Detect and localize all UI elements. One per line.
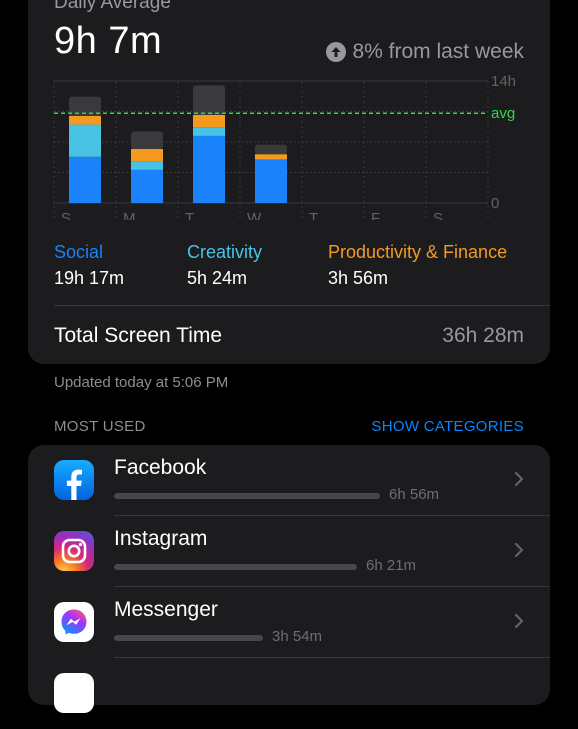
bar-segment — [255, 159, 287, 203]
app-row-messenger[interactable]: Messenger 3h 54m — [28, 587, 550, 658]
app-row-partial[interactable] — [28, 658, 550, 729]
bar-segment — [131, 148, 163, 162]
usage-bar — [114, 564, 357, 570]
bar-segment — [131, 161, 163, 170]
bar-segment — [255, 154, 287, 160]
usage-bar — [114, 635, 263, 641]
show-categories-button[interactable]: SHOW CATEGORIES — [371, 418, 524, 435]
messenger-icon — [54, 602, 94, 642]
usage-time: 6h 56m — [389, 486, 440, 503]
bar-segment — [193, 135, 225, 203]
x-tick-label: M — [123, 210, 136, 220]
category-creativity[interactable]: Creativity 5h 24m — [187, 242, 262, 289]
facebook-icon — [54, 460, 94, 500]
category-time: 5h 24m — [187, 268, 248, 288]
bar-segment — [69, 115, 101, 125]
chevron-right-icon — [514, 542, 524, 563]
total-screen-time-value: 36h 28m — [442, 324, 524, 347]
x-tick-label: F — [371, 210, 380, 220]
bar-segment — [193, 127, 225, 136]
bar-segment — [131, 131, 163, 149]
category-productivity-finance[interactable]: Productivity & Finance 3h 56m — [328, 242, 507, 289]
category-time: 3h 56m — [328, 268, 389, 288]
category-name: Social — [54, 242, 104, 262]
app-row-instagram[interactable]: Instagram 6h 21m — [28, 516, 550, 587]
usage-bar — [114, 493, 380, 499]
app-row-facebook[interactable]: Facebook 6h 56m — [28, 445, 550, 516]
most-used-list: Facebook 6h 56m Instagram 6h 21m Messeng… — [28, 445, 550, 713]
y-tick-label: 0 — [491, 195, 499, 212]
x-tick-label: S — [433, 210, 443, 220]
bar-segment — [69, 124, 101, 157]
bar-segment — [193, 114, 225, 128]
y-tick-label: 14h — [491, 73, 516, 90]
usage-time: 3h 54m — [272, 628, 323, 645]
bar-segment — [131, 169, 163, 203]
summary-card: Daily Average 9h 7m 8% from last week av… — [28, 0, 550, 364]
app-name: Instagram — [114, 527, 208, 550]
usage-time: 6h 21m — [366, 557, 417, 574]
category-time: 19h 17m — [54, 268, 125, 288]
instagram-icon — [54, 531, 94, 571]
bar-segment — [69, 156, 101, 203]
bar-segment — [193, 85, 225, 115]
x-tick-label: T — [309, 210, 318, 220]
app-icon — [54, 673, 94, 713]
chevron-right-icon — [514, 471, 524, 492]
most-used-title: MOST USED — [54, 418, 146, 435]
divider — [54, 305, 550, 306]
x-tick-label: S — [61, 210, 71, 220]
x-tick-label: T — [185, 210, 194, 220]
chevron-right-icon — [514, 613, 524, 634]
app-name: Facebook — [114, 456, 207, 479]
category-social[interactable]: Social 19h 17m — [54, 242, 124, 289]
total-screen-time-label: Total Screen Time — [54, 324, 223, 347]
x-tick-label: W — [247, 210, 262, 220]
weekly-usage-chart[interactable]: avg 14h 0 S M T W T F S — [28, 0, 550, 220]
average-label: avg — [491, 105, 515, 122]
app-name: Messenger — [114, 598, 218, 621]
category-name: Creativity — [187, 242, 263, 262]
updated-timestamp: Updated today at 5:06 PM — [54, 374, 229, 391]
bar-segment — [255, 144, 287, 155]
category-name: Productivity & Finance — [328, 242, 508, 262]
